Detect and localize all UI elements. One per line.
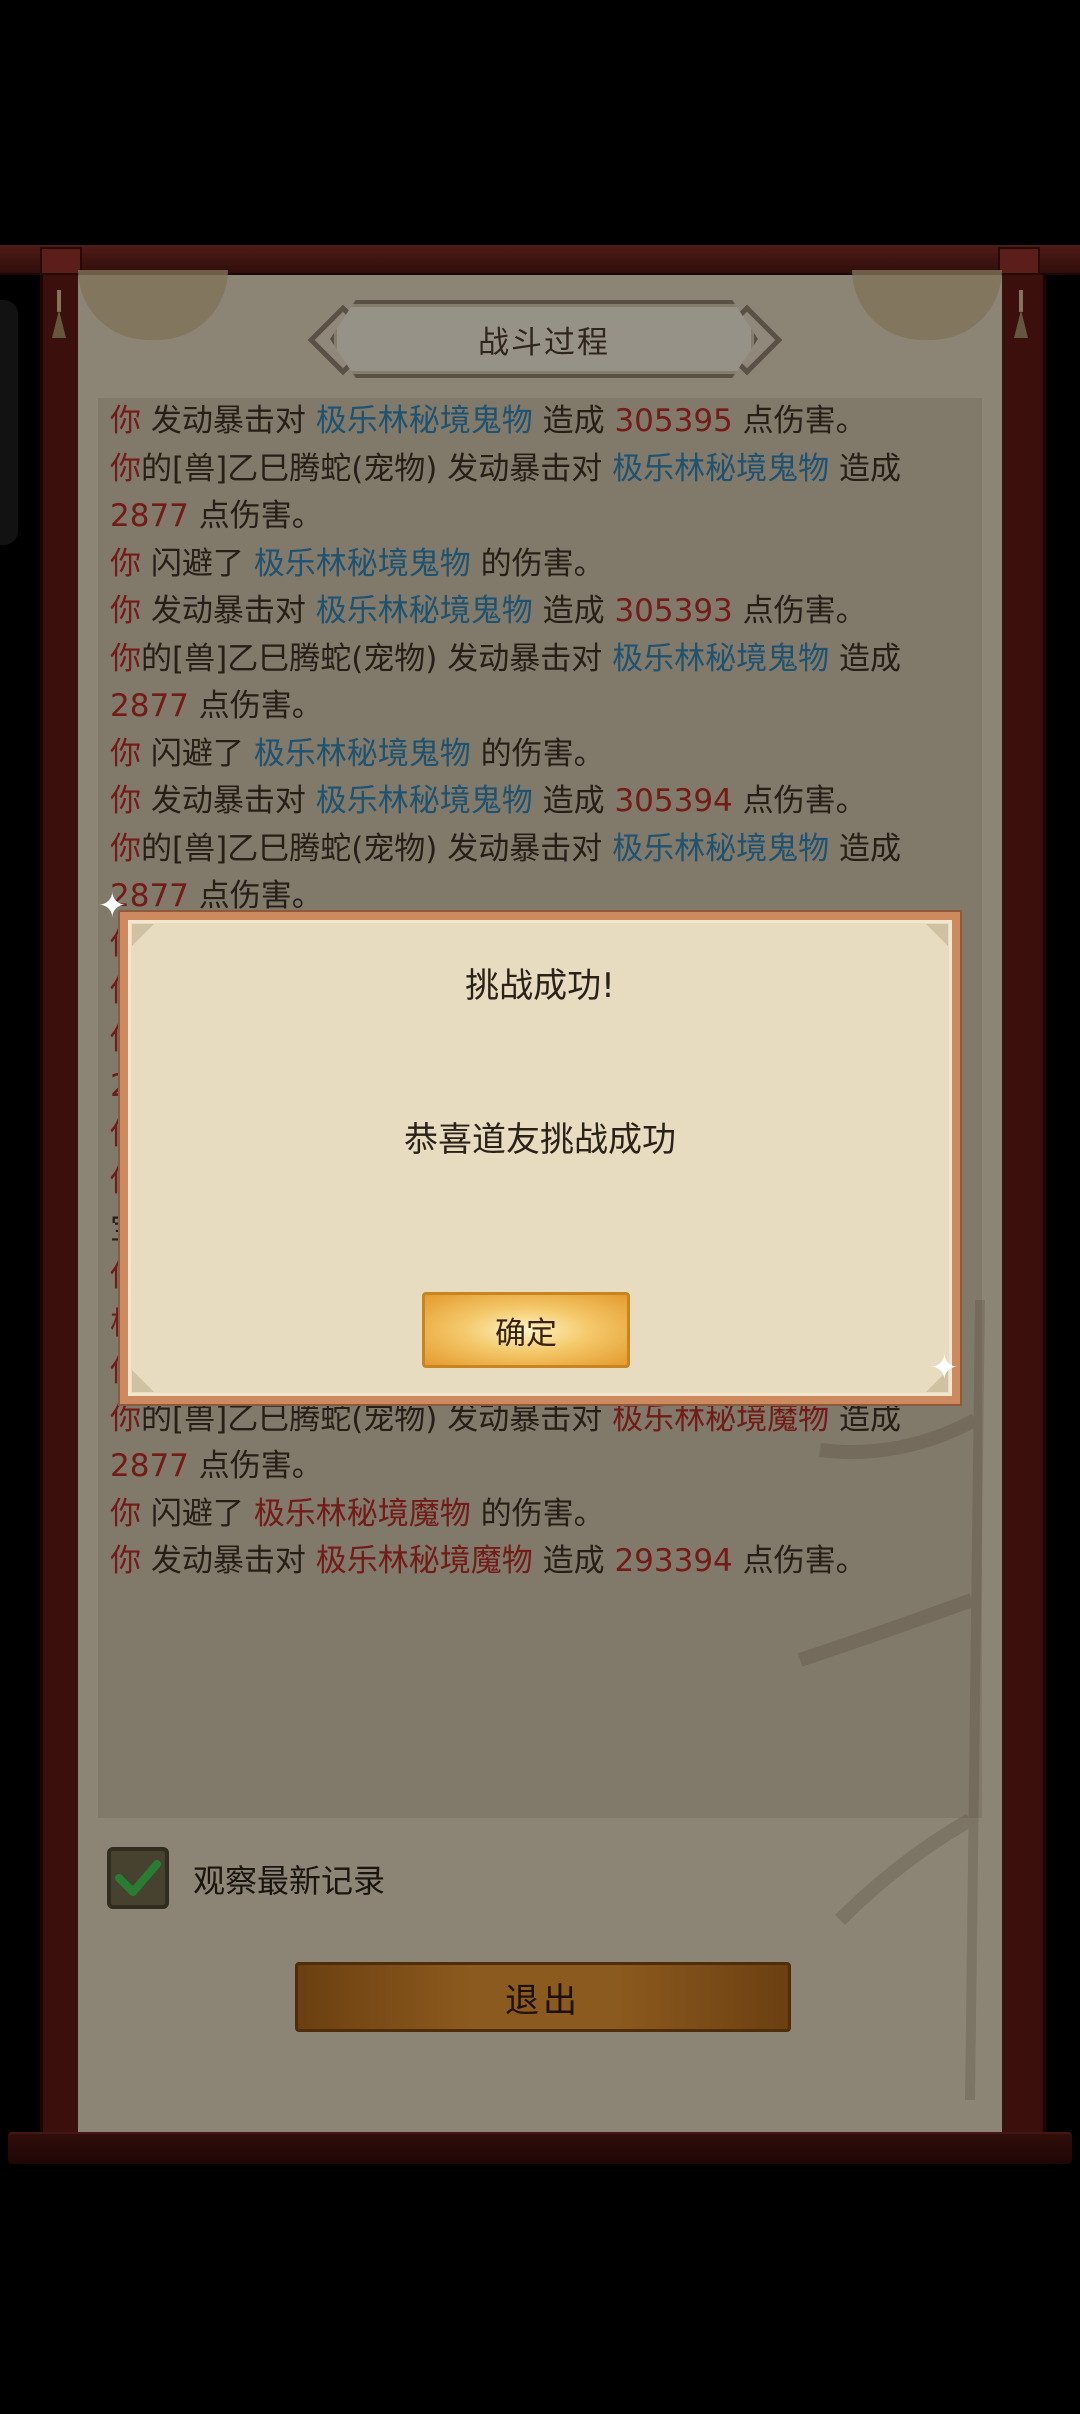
dialog-corner-icon xyxy=(926,924,948,946)
sparkle-icon: ✦ xyxy=(930,1348,959,1388)
success-dialog: 挑战成功! 恭喜道友挑战成功 确定 xyxy=(120,912,960,1404)
dialog-title: 挑战成功! xyxy=(465,966,615,1006)
confirm-button[interactable]: 确定 xyxy=(422,1292,630,1368)
dialog-corner-icon xyxy=(132,924,154,946)
dialog-corner-icon xyxy=(132,1370,154,1392)
dialog-message: 恭喜道友挑战成功 xyxy=(404,1120,676,1160)
